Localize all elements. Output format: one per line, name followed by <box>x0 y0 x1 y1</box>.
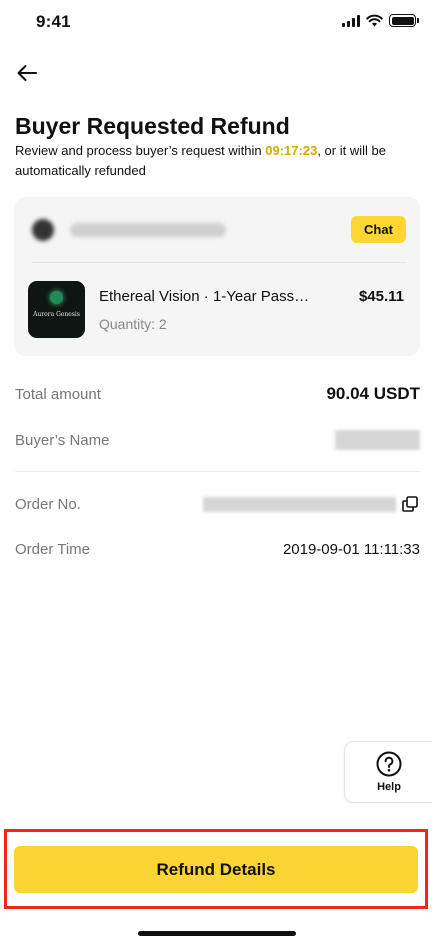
help-label: Help <box>377 781 401 793</box>
product-name: Ethereal Vision · 1-Year Pass… <box>99 288 310 305</box>
copy-icon[interactable] <box>401 495 419 513</box>
subtitle-prefix: Review and process buyer’s request withi… <box>15 143 266 158</box>
product-price: $45.11 <box>358 288 404 305</box>
countdown-timer: 09:17:23 <box>265 143 318 158</box>
subtitle: Review and process buyer’s request withi… <box>15 141 425 181</box>
thumbnail-caption: Aurora Genesis <box>33 311 80 318</box>
buyer-name-redacted <box>335 430 420 450</box>
thumbnail-emblem <box>50 291 63 304</box>
order-time-label: Order Time <box>15 541 91 558</box>
total-amount-label: Total amount <box>15 386 101 403</box>
refund-details-button[interactable]: Refund Details <box>14 846 418 893</box>
product-thumbnail: Aurora Genesis <box>28 281 85 338</box>
order-no-redacted <box>203 497 396 512</box>
status-bar: 9:41 <box>0 0 432 44</box>
chat-button[interactable]: Chat <box>351 216 406 243</box>
page-title: Buyer Requested Refund <box>15 113 290 139</box>
card-divider <box>32 262 406 263</box>
total-amount-value: 90.04 USDT <box>326 384 420 403</box>
signal-icon <box>342 14 360 27</box>
home-indicator <box>138 931 296 936</box>
buyer-name-label: Buyer’s Name <box>15 432 110 449</box>
battery-icon <box>389 14 419 27</box>
help-icon <box>376 751 402 777</box>
back-button[interactable] <box>12 58 42 88</box>
wifi-icon <box>366 14 383 27</box>
order-time-value: 2019-09-01 11:11:33 <box>282 541 420 558</box>
status-icons <box>342 14 419 27</box>
status-time: 9:41 <box>36 12 71 31</box>
seller-name-redacted <box>70 223 226 237</box>
order-card: Chat Aurora Genesis Ethereal Vision · 1-… <box>14 197 420 356</box>
seller-avatar <box>32 219 54 241</box>
product-quantity: Quantity: 2 <box>99 316 167 332</box>
details-divider <box>15 471 420 472</box>
help-button[interactable]: Help <box>344 741 432 803</box>
order-no-label: Order No. <box>15 496 81 513</box>
back-arrow-icon <box>17 65 37 81</box>
